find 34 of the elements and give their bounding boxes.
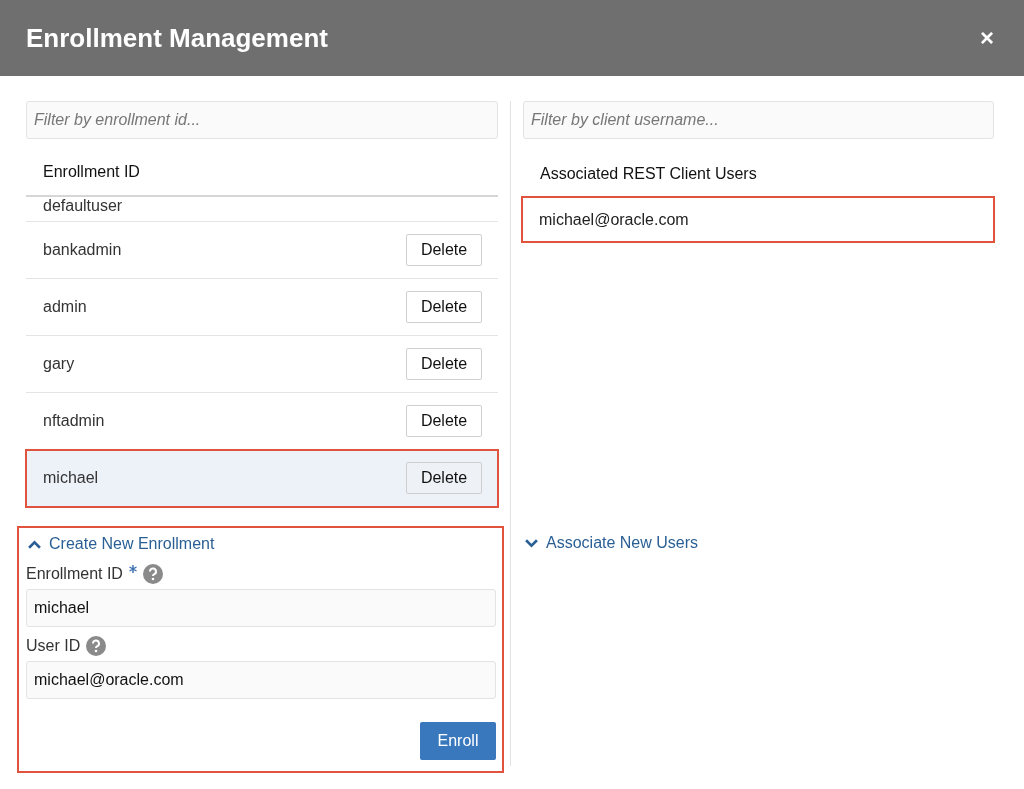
client-user-row[interactable]: michael@oracle.com: [522, 197, 994, 242]
associate-users-toggle[interactable]: Associate New Users: [523, 532, 699, 554]
field-label: Enrollment ID: [26, 565, 123, 583]
column-header: Associated REST Client Users: [540, 165, 757, 183]
delete-button[interactable]: Delete: [406, 462, 482, 494]
create-enrollment-toggle[interactable]: Create New Enrollment: [26, 533, 215, 555]
client-username: michael@oracle.com: [539, 210, 689, 229]
enrollment-row[interactable]: bankadmin Delete: [26, 222, 498, 279]
text-field[interactable]: michael@oracle.com: [26, 661, 496, 699]
enroll-button[interactable]: Enroll: [420, 722, 496, 760]
enrollment-id: defaultuser: [43, 197, 123, 215]
help-icon[interactable]: [86, 636, 107, 656]
enrollment-id: michael: [43, 469, 99, 487]
delete-button[interactable]: Delete: [406, 348, 482, 380]
delete-button[interactable]: Delete: [406, 405, 482, 437]
filter-field[interactable]: Filter by client username...: [523, 101, 994, 139]
enrollment-id: bankadmin: [43, 241, 122, 259]
enrollment-id: admin: [43, 298, 87, 316]
required-asterisk-icon: [128, 565, 137, 573]
column-header: Enrollment ID: [43, 163, 140, 181]
enrollment-id: gary: [43, 355, 75, 373]
delete-button[interactable]: Delete: [406, 234, 482, 266]
field-label: User ID: [26, 637, 81, 655]
enrollment-row[interactable]: admin Delete: [26, 279, 498, 336]
enrollment-row[interactable]: gary Delete: [26, 336, 498, 393]
enrollment-row[interactable]: michael Delete: [26, 450, 498, 507]
enrollment-id: nftadmin: [43, 412, 105, 430]
text-field[interactable]: michael: [26, 589, 496, 627]
enrollment-row[interactable]: defaultuser: [26, 197, 498, 222]
window-title: Enrollment Management: [26, 22, 328, 54]
help-icon[interactable]: [142, 564, 163, 584]
close-button[interactable]: ×: [976, 24, 998, 52]
filter-field[interactable]: Filter by enrollment id...: [26, 101, 498, 139]
delete-button[interactable]: Delete: [406, 291, 482, 323]
